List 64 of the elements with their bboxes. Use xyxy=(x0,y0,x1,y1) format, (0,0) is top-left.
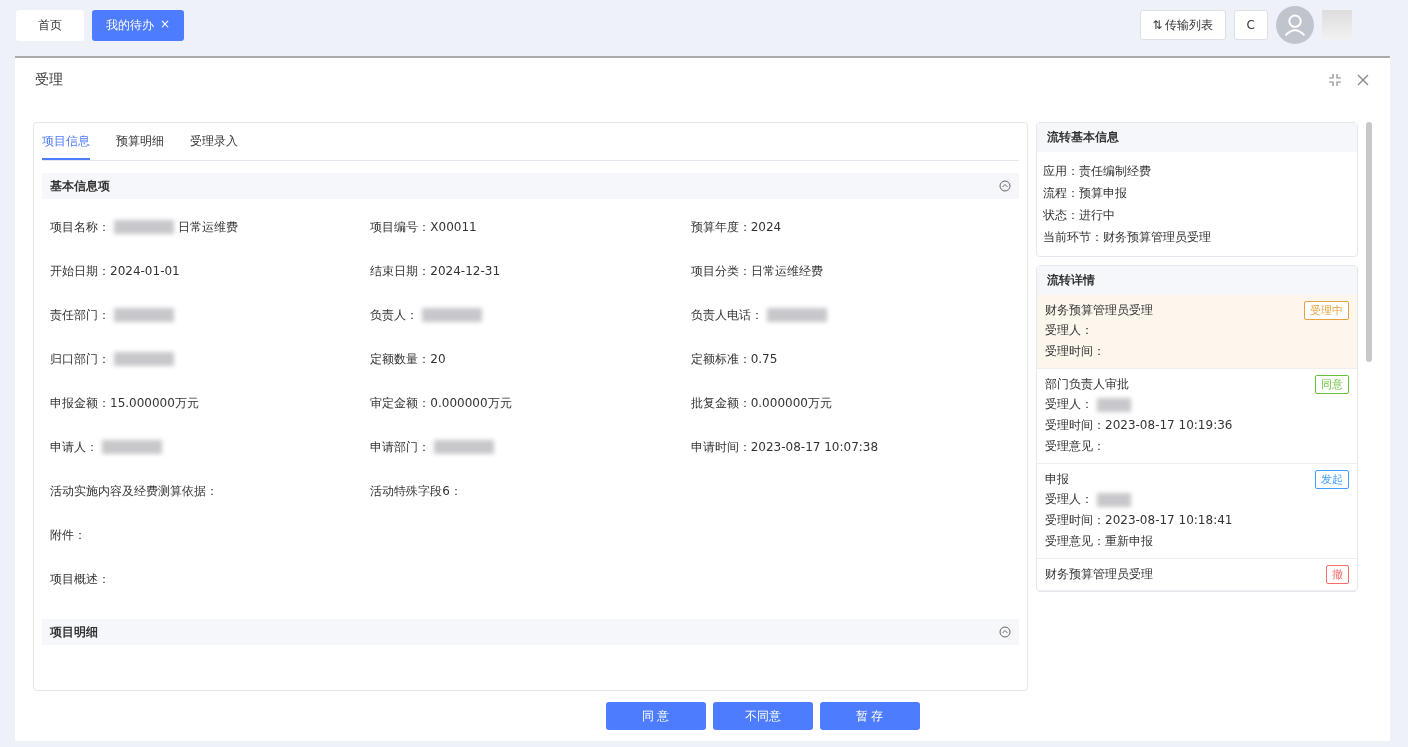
transfer-list-button[interactable]: ⇅ 传输列表 xyxy=(1139,10,1226,40)
field-text: 定额标准：0.75 xyxy=(690,350,779,368)
step-detail: 受理人： xyxy=(1045,394,1349,415)
field-text: 负责人： xyxy=(370,293,691,337)
info-text: 状态：进行中 xyxy=(1043,207,1116,224)
card-title: 流转详情 xyxy=(1037,266,1357,295)
step-detail: 受理人： xyxy=(1045,489,1349,510)
field-text: 审定金额：0.000000万元 xyxy=(370,394,513,412)
dialog-title: 受理 xyxy=(35,71,63,89)
action-button[interactable]: 同 意 xyxy=(605,702,706,730)
redacted-username xyxy=(1322,10,1352,40)
field-text: 附件： xyxy=(50,526,87,544)
section-header[interactable]: 项目明细 xyxy=(42,619,1019,645)
info-text: 当前环节：财务预算管理员受理 xyxy=(1043,229,1212,246)
collapse-icon[interactable] xyxy=(999,180,1011,192)
action-button[interactable]: 暂 存 xyxy=(819,702,920,730)
field-text: 申请部门： xyxy=(370,425,691,469)
info-text: 流程：预算申报 xyxy=(1043,185,1128,202)
field-text: 项目名称： 日常运维费 xyxy=(50,218,239,236)
card-title: 流转基本信息 xyxy=(1037,123,1357,152)
step-detail: 受理时间： xyxy=(1045,343,1106,360)
step-detail: 受理意见：重新申报 xyxy=(1045,533,1154,550)
field-text: 责任部门： xyxy=(50,293,371,337)
field-text: 活动实施内容及经费测算依据： xyxy=(50,482,219,500)
scrollbar[interactable] xyxy=(1366,122,1372,362)
refresh-button[interactable]: C xyxy=(1233,10,1268,40)
tab[interactable]: 预算明细 xyxy=(116,123,164,160)
field-text: 归口部门： xyxy=(50,337,371,381)
field-text: 批复金额：0.000000万元 xyxy=(690,394,833,412)
info-text: 应用：责任编制经费 xyxy=(1043,163,1152,180)
field-text: 申请人： xyxy=(50,425,371,469)
field-text: 定额数量：20 xyxy=(370,350,447,368)
tab[interactable]: 项目信息 xyxy=(42,123,90,160)
action-button[interactable]: 不同意 xyxy=(712,702,813,730)
step-title: 财务预算管理员受理 xyxy=(1045,302,1153,319)
field-text: 申请时间：2023-08-17 10:07:38 xyxy=(690,438,880,456)
field-text: 项目编号：X00011 xyxy=(370,218,478,236)
field-text: 活动特殊字段6： xyxy=(370,482,463,500)
step-detail: 受理人： xyxy=(1045,322,1094,339)
section-header[interactable]: 基本信息项 xyxy=(42,173,1019,199)
field-text: 结束日期：2024-12-31 xyxy=(370,262,502,280)
field-text: 预算年度：2024 xyxy=(690,218,783,236)
step-title: 申报 xyxy=(1045,471,1069,488)
step-detail: 受理时间：2023-08-17 10:19:36 xyxy=(1045,417,1234,434)
field-text: 申报金额：15.000000万元 xyxy=(50,394,200,412)
avatar-icon[interactable] xyxy=(1276,6,1314,44)
status-tag: 同意 xyxy=(1315,375,1349,394)
field-text: 项目概述： xyxy=(50,570,111,588)
field-text: 开始日期：2024-01-01 xyxy=(50,262,181,280)
step-detail: 受理意见： xyxy=(1045,438,1106,455)
collapse-icon[interactable] xyxy=(1328,73,1342,87)
step-title: 财务预算管理员受理 xyxy=(1045,566,1153,583)
page-tab[interactable]: 首页 xyxy=(16,9,84,41)
status-tag: 受理中 xyxy=(1304,301,1349,320)
page-tab[interactable]: 我的待办 × xyxy=(92,9,185,41)
close-icon[interactable] xyxy=(1356,73,1370,87)
status-tag: 撤 xyxy=(1326,565,1349,584)
tab[interactable]: 受理录入 xyxy=(190,123,238,160)
field-text: 项目分类：日常运维经费 xyxy=(690,262,824,280)
field-text: 负责人电话： xyxy=(690,293,1011,337)
step-detail: 受理时间：2023-08-17 10:18:41 xyxy=(1045,512,1234,529)
step-title: 部门负责人审批 xyxy=(1045,376,1129,393)
status-tag: 发起 xyxy=(1315,470,1349,489)
collapse-icon[interactable] xyxy=(999,626,1011,638)
